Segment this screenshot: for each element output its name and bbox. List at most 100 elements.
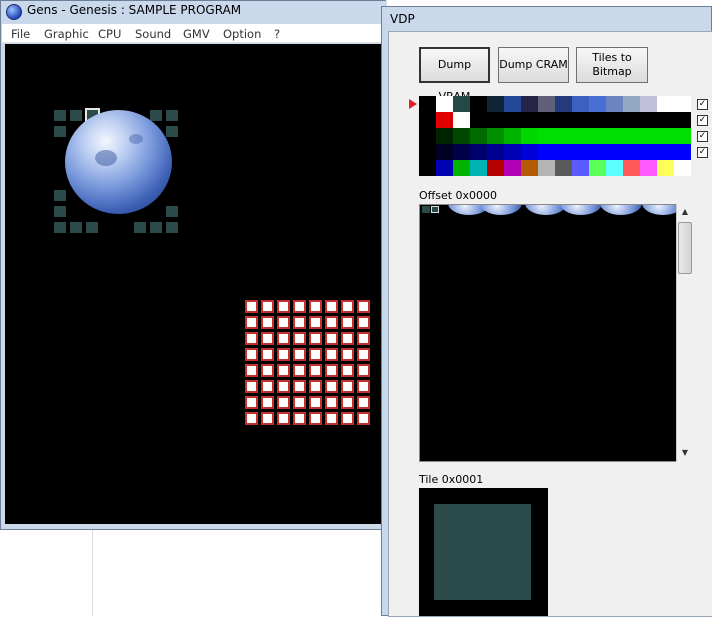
menu-option[interactable]: Option xyxy=(223,27,261,41)
palette-swatch[interactable] xyxy=(521,112,538,128)
palette-swatch[interactable] xyxy=(572,144,589,160)
palette-swatch[interactable] xyxy=(589,160,606,176)
palette-swatch[interactable] xyxy=(419,128,436,144)
palette-swatch[interactable] xyxy=(521,96,538,112)
palette-swatch[interactable] xyxy=(521,160,538,176)
palette-checkbox-1[interactable]: ✓ xyxy=(697,99,708,110)
palette-swatch[interactable] xyxy=(538,128,555,144)
palette-swatch[interactable] xyxy=(555,160,572,176)
palette-swatch[interactable] xyxy=(504,160,521,176)
menu-file[interactable]: File xyxy=(11,27,30,41)
palette-swatch[interactable] xyxy=(657,160,674,176)
palette-swatch[interactable] xyxy=(572,112,589,128)
palette-swatch[interactable] xyxy=(640,128,657,144)
dump-cram-button[interactable]: Dump CRAM xyxy=(498,47,569,83)
palette-swatch[interactable] xyxy=(623,112,640,128)
palette-swatch[interactable] xyxy=(606,96,623,112)
palette-swatch[interactable] xyxy=(640,112,657,128)
palette-swatch[interactable] xyxy=(487,160,504,176)
palette-swatch[interactable] xyxy=(453,160,470,176)
palette-swatch[interactable] xyxy=(470,160,487,176)
palette-swatch[interactable] xyxy=(674,160,691,176)
palette-swatch[interactable] xyxy=(606,160,623,176)
palette-swatch[interactable] xyxy=(419,96,436,112)
palette-swatch[interactable] xyxy=(504,144,521,160)
palette-swatch[interactable] xyxy=(589,128,606,144)
palette-swatch[interactable] xyxy=(419,144,436,160)
palette-swatch[interactable] xyxy=(453,96,470,112)
palette-swatch[interactable] xyxy=(470,144,487,160)
palette-swatch[interactable] xyxy=(572,160,589,176)
palette-swatch[interactable] xyxy=(436,160,453,176)
palette-swatch[interactable] xyxy=(555,128,572,144)
palette-swatch[interactable] xyxy=(640,144,657,160)
palette-swatch[interactable] xyxy=(606,112,623,128)
palette-swatch[interactable] xyxy=(657,144,674,160)
menu-graphic[interactable]: Graphic xyxy=(44,27,89,41)
scroll-down-icon[interactable]: ▼ xyxy=(677,445,693,461)
palette-swatch[interactable] xyxy=(572,128,589,144)
palette-swatch[interactable] xyxy=(470,96,487,112)
palette-checkbox-4[interactable]: ✓ xyxy=(697,147,708,158)
palette-swatch[interactable] xyxy=(555,96,572,112)
palette-swatch[interactable] xyxy=(538,112,555,128)
palette-swatch[interactable] xyxy=(453,128,470,144)
palette-swatch[interactable] xyxy=(504,128,521,144)
palette-swatch[interactable] xyxy=(419,112,436,128)
palette-swatch[interactable] xyxy=(521,128,538,144)
palette-swatch[interactable] xyxy=(487,112,504,128)
palette-swatch[interactable] xyxy=(623,128,640,144)
palette-swatch[interactable] xyxy=(640,160,657,176)
palette-swatch[interactable] xyxy=(504,96,521,112)
palette-swatch[interactable] xyxy=(572,96,589,112)
palette-swatch[interactable] xyxy=(470,112,487,128)
palette-swatch[interactable] xyxy=(555,112,572,128)
palette-swatch[interactable] xyxy=(487,128,504,144)
tiles-to-bitmap-button[interactable]: Tiles to Bitmap xyxy=(576,47,648,83)
palette-swatch[interactable] xyxy=(623,96,640,112)
palette-swatch[interactable] xyxy=(606,144,623,160)
palette-swatch[interactable] xyxy=(606,128,623,144)
palette-swatch[interactable] xyxy=(538,96,555,112)
palette-swatch[interactable] xyxy=(623,160,640,176)
palette-swatch[interactable] xyxy=(436,128,453,144)
palette-swatch[interactable] xyxy=(504,112,521,128)
palette-swatch[interactable] xyxy=(487,144,504,160)
gens-title-bar[interactable]: Gens - Genesis : SAMPLE PROGRAM xyxy=(1,1,387,23)
vram-viewer[interactable] xyxy=(419,204,691,462)
palette-swatch[interactable] xyxy=(640,96,657,112)
menu-gmv[interactable]: GMV xyxy=(183,27,210,41)
palette-swatch[interactable] xyxy=(589,96,606,112)
menu-cpu[interactable]: CPU xyxy=(98,27,121,41)
palette-swatch[interactable] xyxy=(538,160,555,176)
palette-swatch[interactable] xyxy=(589,112,606,128)
palette-checkbox-3[interactable]: ✓ xyxy=(697,131,708,142)
scroll-thumb[interactable] xyxy=(678,222,692,274)
dump-vram-button[interactable]: Dump VRAM xyxy=(419,47,490,103)
palette-swatch[interactable] xyxy=(487,96,504,112)
palette-swatch[interactable] xyxy=(589,144,606,160)
palette-swatch[interactable] xyxy=(436,96,453,112)
palette-swatch[interactable] xyxy=(470,128,487,144)
menu-sound[interactable]: Sound xyxy=(135,27,171,41)
palette-swatch[interactable] xyxy=(657,128,674,144)
palette-swatch[interactable] xyxy=(657,96,674,112)
palette-checkbox-2[interactable]: ✓ xyxy=(697,115,708,126)
palette-swatch[interactable] xyxy=(674,112,691,128)
palette-swatch[interactable] xyxy=(674,144,691,160)
palette-swatch[interactable] xyxy=(674,96,691,112)
palette-swatch[interactable] xyxy=(674,128,691,144)
palette-swatch[interactable] xyxy=(453,112,470,128)
palette-swatch[interactable] xyxy=(436,112,453,128)
palette-grid[interactable] xyxy=(419,96,691,176)
palette-swatch[interactable] xyxy=(623,144,640,160)
palette-swatch[interactable] xyxy=(453,144,470,160)
scroll-up-icon[interactable]: ▲ xyxy=(677,204,693,220)
palette-swatch[interactable] xyxy=(657,112,674,128)
emulator-screen[interactable] xyxy=(5,44,381,524)
palette-swatch[interactable] xyxy=(521,144,538,160)
palette-swatch[interactable] xyxy=(538,144,555,160)
vram-scrollbar[interactable]: ▲ ▼ xyxy=(676,204,693,462)
palette-swatch[interactable] xyxy=(555,144,572,160)
palette-swatch[interactable] xyxy=(419,160,436,176)
